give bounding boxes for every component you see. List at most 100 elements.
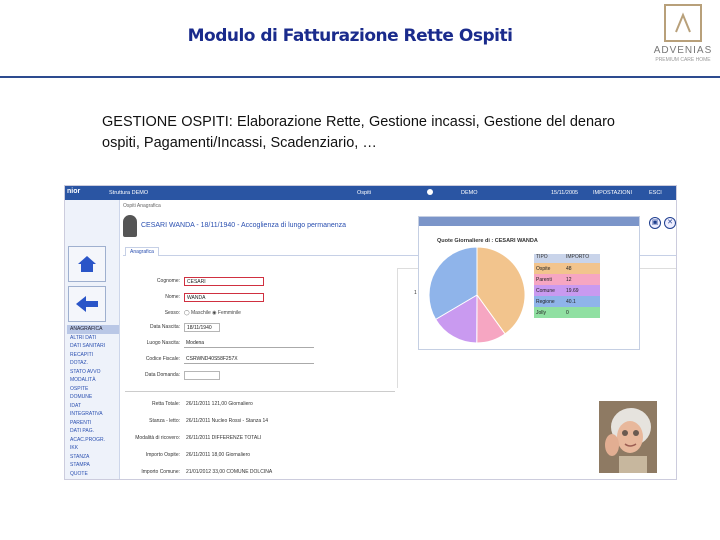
home-button[interactable]: [68, 246, 106, 282]
close-icon[interactable]: ✕: [664, 217, 676, 229]
sidebar-item[interactable]: IKK: [67, 444, 119, 453]
luogo-field[interactable]: Modena: [184, 339, 314, 348]
legend-category: Ospite: [536, 265, 551, 272]
legend-col-amount: IMPORTO: [566, 254, 590, 260]
sidebar: ANAGRAFICA ALTRI DATI DATI SANITARI RECAPI…: [65, 200, 120, 479]
sidebar-item[interactable]: STANZA: [67, 453, 119, 462]
slide-title: Modulo di Fatturazione Rette Ospiti: [187, 26, 513, 46]
sidebar-menu: ANAGRAFICA ALTRI DATI DATI SANITARI RECAPI…: [67, 325, 119, 478]
app-topbar: nior Struttura DEMO Ospiti DEMO 15/11/20…: [65, 186, 676, 200]
cognome-field[interactable]: CESARI: [184, 277, 264, 286]
sidebar-item[interactable]: INTEGRATIVA: [67, 410, 119, 419]
back-arrow-icon: [76, 296, 98, 312]
legend-category: Parenti: [536, 276, 552, 283]
legend-col-type: TIPO: [536, 254, 548, 260]
domanda-field[interactable]: [184, 371, 220, 380]
pie-chart: [428, 246, 526, 344]
sidebar-item[interactable]: IDAT: [67, 402, 119, 411]
sidebar-item[interactable]: DATI PAG.: [67, 427, 119, 436]
sesso-radio[interactable]: ◯ Maschile ◉ Femminile: [184, 310, 241, 316]
chart-window: Quote Giornaliere di : CESARI WANDA TIPO…: [418, 216, 640, 350]
logo-tagline: PREMIUM CARE HOME: [655, 57, 711, 63]
sidebar-item[interactable]: OSPITE: [67, 385, 119, 394]
form-divider: [125, 391, 395, 392]
panel-marker: 1: [414, 290, 417, 296]
sidebar-heading: ANAGRAFICA: [67, 325, 119, 334]
settings-link[interactable]: IMPOSTAZIONI: [593, 190, 632, 196]
sidebar-item[interactable]: STATO AVVO: [67, 368, 119, 377]
tab-anagrafica[interactable]: Anagrafica: [125, 247, 159, 256]
patient-photo: [599, 401, 657, 473]
nome-field[interactable]: WANDA: [184, 293, 264, 302]
detail-label: Importo Ospite:: [145, 452, 180, 458]
sidebar-item[interactable]: MODALITÀ: [67, 376, 119, 385]
nascita-label: Data Nascita:: [149, 324, 180, 330]
detail-label: Importo Comune:: [141, 469, 180, 475]
intro-text: GESTIONE OSPITI: Elaborazione Rette, Ges…: [102, 114, 615, 151]
legend-row: Comune 19.69: [534, 285, 600, 296]
sidebar-item[interactable]: RECAPITI: [67, 351, 119, 360]
breadcrumb: Ospiti Anagrafica: [123, 203, 161, 209]
facility-label: Struttura DEMO: [109, 190, 149, 196]
sidebar-item[interactable]: DOTAZ.: [67, 359, 119, 368]
sidebar-item[interactable]: QUOTE: [67, 470, 119, 479]
cognome-label: Cognome:: [156, 278, 180, 284]
sidebar-item[interactable]: DOMUNE: [67, 393, 119, 402]
detail-value: 26/11/2011 18,00 Giornaliero: [186, 452, 251, 458]
cf-field[interactable]: CSRWND40S58F257X: [184, 355, 314, 364]
detail-label: Retta Totale:: [152, 401, 180, 407]
legend-row: Parenti 12: [534, 274, 600, 285]
logo-mark-icon: [664, 4, 702, 42]
label-femminile: Femminile: [217, 310, 241, 316]
radio-maschile[interactable]: ◯: [184, 310, 191, 316]
legend-row: Ospite 48: [534, 263, 600, 274]
detail-label: Modalità di ricovero:: [135, 435, 180, 441]
date-label: 15/11/2005: [551, 190, 579, 196]
legend-value: 0: [566, 309, 569, 316]
legend-row: Regione 40.1: [534, 296, 600, 307]
app-brand: nior: [67, 188, 81, 195]
detail-value: 26/11/2011 121,00 Giornaliero: [186, 401, 253, 407]
legend-value: 48: [566, 265, 572, 272]
legend-value: 12: [566, 276, 572, 283]
legend-value: 40.1: [566, 298, 576, 305]
sidebar-item[interactable]: STAMPA: [67, 461, 119, 470]
chart-legend: TIPO IMPORTO Ospite 48 Parenti 12 Comune 19.6…: [534, 254, 600, 318]
exit-link[interactable]: ESCI: [649, 190, 662, 196]
sesso-label: Sesso:: [164, 310, 180, 316]
patient-title: CESARI WANDA - 18/11/1940 - Accoglienza …: [141, 222, 347, 229]
detail-label: Stanza - letto:: [149, 418, 180, 424]
luogo-label: Luogo Nascita:: [146, 340, 180, 346]
back-button[interactable]: [68, 286, 106, 322]
detail-value: 26/11/2011 DIFFERENZE TOTALI: [186, 435, 262, 441]
elderly-woman-photo: [599, 401, 657, 473]
sidebar-item[interactable]: PARENTI: [67, 419, 119, 428]
legend-value: 19.69: [566, 287, 579, 294]
label-maschile: Maschile: [191, 310, 211, 316]
detail-value: 21/01/2012 33,00 COMUNE DOLCINA: [186, 469, 273, 475]
title-rule: [0, 76, 720, 78]
sidebar-item[interactable]: DATI SANITARI: [67, 342, 119, 351]
save-icon[interactable]: ▣: [649, 217, 661, 229]
user-icon: [427, 189, 433, 195]
app-screenshot: nior Struttura DEMO Ospiti DEMO 15/11/20…: [64, 185, 677, 480]
chart-window-bar: [419, 217, 639, 226]
logo-wordmark: ADVENIAS: [653, 45, 713, 56]
nome-label: Nome:: [165, 294, 180, 300]
legend-category: Comune: [536, 287, 555, 294]
legend-header: TIPO IMPORTO: [534, 254, 600, 263]
cf-label: Codice Fiscale:: [145, 356, 180, 362]
advenias-logo: ADVENIAS PREMIUM CARE HOME: [648, 4, 718, 72]
domanda-label: Data Domanda:: [144, 372, 180, 378]
patient-avatar: [123, 215, 137, 237]
sidebar-item[interactable]: ACAC.PROGR.: [67, 436, 119, 445]
sidebar-item[interactable]: ALTRI DATI: [67, 334, 119, 343]
legend-row: Jolly 0: [534, 307, 600, 318]
legend-category: Jolly: [536, 309, 547, 316]
home-icon: [78, 256, 96, 272]
section-label: Ospiti: [357, 190, 372, 196]
detail-value: 26/11/2011 Nucleo Rossi - Stanza 14: [186, 418, 269, 424]
user-label: DEMO: [461, 190, 478, 196]
nascita-field[interactable]: 18/11/1940: [184, 323, 220, 332]
legend-category: Regione: [536, 298, 555, 305]
